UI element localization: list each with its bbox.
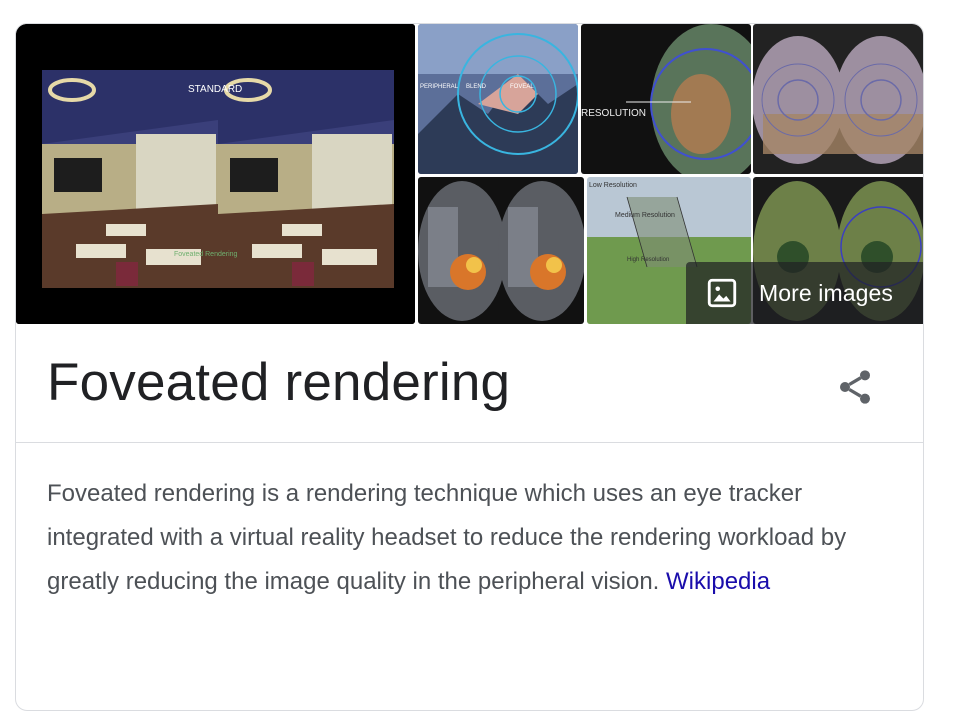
gallery-image-main[interactable]: STANDARD Foveated Rendering <box>16 24 415 324</box>
mountain-peripheral-text: PERIPHERAL <box>420 84 459 90</box>
gallery-image-resolution[interactable]: RESOLUTION <box>581 24 751 174</box>
image-icon <box>705 276 739 310</box>
gallery-image-mountain[interactable]: PERIPHERAL BLEND FOVEAL <box>418 24 578 174</box>
mountain-blend-text: BLEND <box>466 84 487 90</box>
main-image-standard-text: STANDARD <box>188 84 242 95</box>
description: Foveated rendering is a rendering techni… <box>47 472 867 604</box>
share-icon <box>835 367 875 412</box>
share-button[interactable] <box>828 362 882 416</box>
page-title: Foveated rendering <box>47 353 511 412</box>
more-images-button[interactable]: More images <box>686 262 923 324</box>
mountain-foveal-text: FOVEAL <box>510 84 534 90</box>
knowledge-panel-card: STANDARD Foveated Rendering PERIPHERAL B… <box>15 23 924 711</box>
resolution-text: RESOLUTION <box>581 108 646 119</box>
wikipedia-link[interactable]: Wikipedia <box>666 568 770 595</box>
gallery-image-stereo-outdoor[interactable] <box>753 24 923 174</box>
main-image-caption-text: Foveated Rendering <box>174 251 238 258</box>
more-images-label: More images <box>759 279 894 306</box>
field-medium-resolution-text: Medium Resolution <box>615 212 675 219</box>
divider <box>16 442 923 443</box>
image-gallery: STANDARD Foveated Rendering PERIPHERAL B… <box>16 24 923 324</box>
field-high-resolution-text: High Resolution <box>627 257 669 263</box>
gallery-image-city-stereo[interactable] <box>418 177 584 324</box>
field-low-resolution-text: Low Resolution <box>589 182 637 189</box>
